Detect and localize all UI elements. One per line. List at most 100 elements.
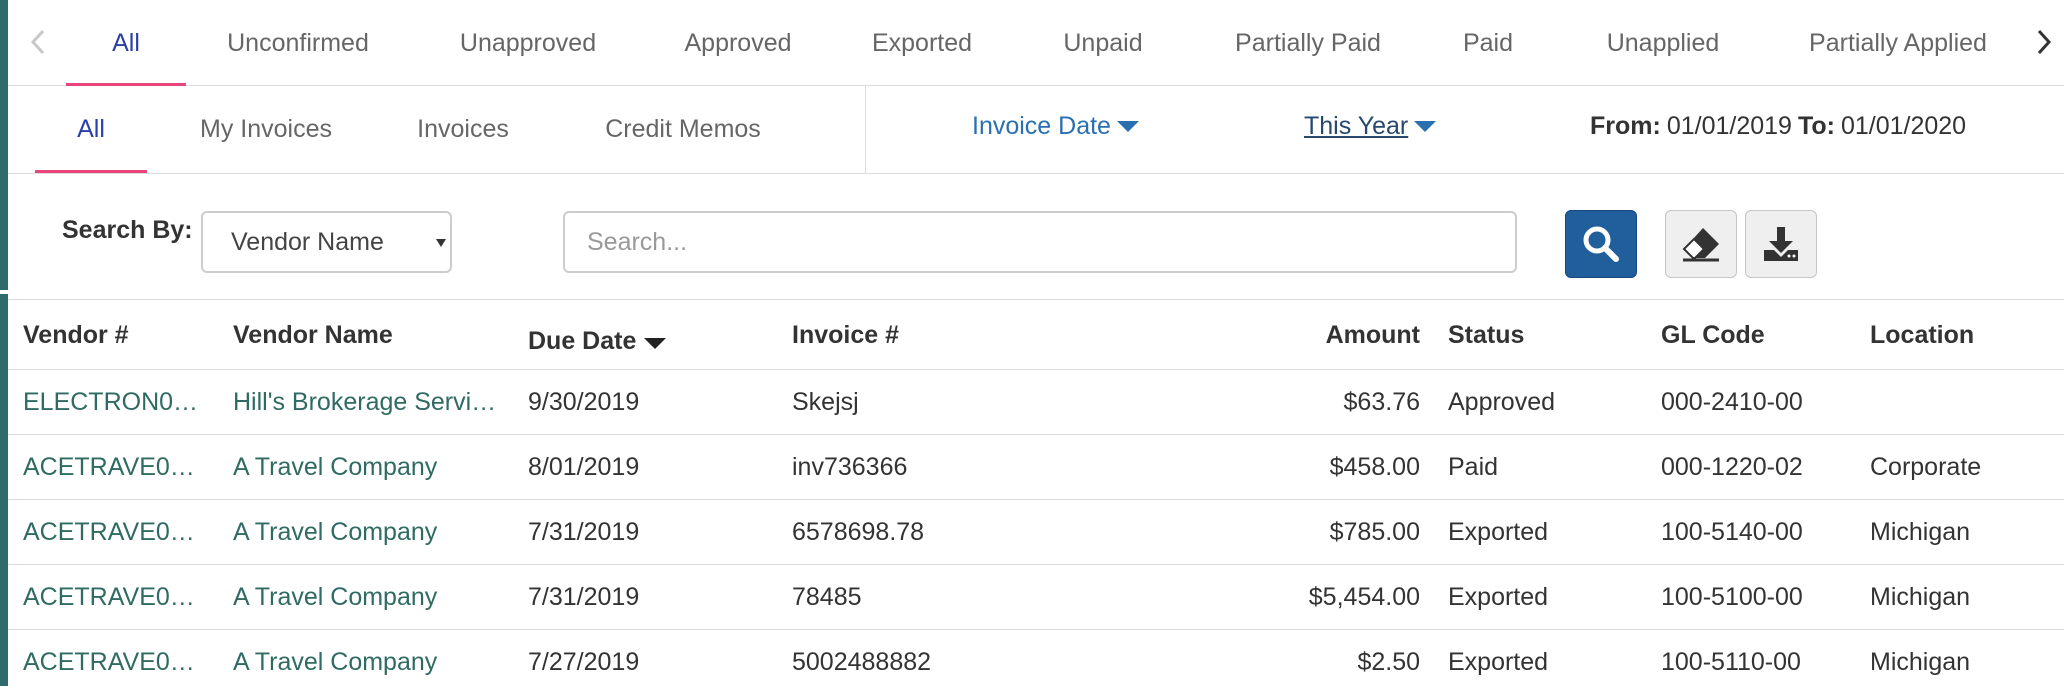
cell-amount: $5,454.00 [1308, 583, 1420, 611]
cell-location: Michigan [1870, 518, 1971, 546]
cell-vendor-name[interactable]: A Travel Company [233, 500, 508, 565]
date-field-label: Invoice Date [972, 111, 1111, 140]
cell-due-date: 8/01/2019 [528, 453, 640, 481]
cell-amount: $785.00 [1329, 518, 1420, 546]
table-row[interactable]: ACETRAVE0… A Travel Company 7/27/2019 50… [8, 630, 2064, 686]
status-tab-partially-applied[interactable]: Partially Applied [1783, 0, 2013, 86]
cell-vendor-name[interactable]: Hill's Brokerage Servi… [233, 370, 508, 435]
cell-gl-code: 100-5140-00 [1661, 518, 1803, 546]
status-tab-partially-paid[interactable]: Partially Paid [1213, 0, 1403, 86]
cell-gl-code: 100-5110-00 [1661, 648, 1801, 676]
col-status[interactable]: Status [1448, 300, 1524, 370]
col-invoice-no[interactable]: Invoice # [792, 300, 899, 370]
sort-desc-icon [644, 337, 667, 349]
cell-vendor-no[interactable]: ACETRAVE0… [23, 630, 213, 686]
subtab-credit-memos[interactable]: Credit Memos [583, 86, 783, 172]
cell-invoice-no: inv736366 [792, 453, 908, 481]
cell-gl-code: 000-2410-00 [1661, 388, 1803, 416]
caret-down-icon [1116, 120, 1139, 132]
col-location[interactable]: Location [1870, 300, 1974, 370]
cell-status: Approved [1448, 388, 1556, 416]
cell-gl-code: 000-1220-02 [1661, 453, 1803, 481]
status-tab-unpaid[interactable]: Unpaid [1048, 0, 1158, 86]
cell-amount: $63.76 [1343, 388, 1420, 416]
from-value: 01/01/2019 [1666, 111, 1792, 140]
cell-amount: $2.50 [1357, 648, 1420, 676]
scroll-tabs-left-button[interactable] [18, 22, 58, 62]
cell-due-date: 9/30/2019 [528, 388, 640, 416]
cell-invoice-no: 6578698.78 [792, 518, 925, 546]
date-range: From: 01/01/2019 To: 01/01/2020 [1590, 106, 1966, 146]
cell-status: Exported [1448, 518, 1549, 546]
chevron-left-icon [30, 29, 45, 55]
col-due-date[interactable]: Due Date [528, 306, 667, 376]
left-accent-bar [0, 0, 8, 686]
filter-bar: All My Invoices Invoices Credit Memos In… [8, 86, 2064, 174]
to-label: To: [1797, 111, 1835, 140]
from-label: From: [1590, 111, 1661, 140]
cell-invoice-no: 5002488882 [792, 648, 932, 676]
period-dropdown[interactable]: This Year [1304, 106, 1437, 146]
chevron-right-icon [2037, 29, 2052, 55]
clear-search-button[interactable] [1665, 210, 1737, 278]
invoice-list-panel: All Unconfirmed Unapproved Approved Expo… [8, 0, 2064, 686]
magnifier-icon [1583, 226, 1619, 262]
search-input[interactable] [563, 211, 1517, 273]
search-button[interactable] [1565, 210, 1637, 278]
status-tab-approved[interactable]: Approved [668, 0, 808, 86]
status-tab-exported[interactable]: Exported [854, 0, 990, 86]
period-label: This Year [1304, 111, 1409, 140]
date-field-dropdown[interactable]: Invoice Date [972, 106, 1139, 146]
table-row[interactable]: ACETRAVE0… A Travel Company 8/01/2019 in… [8, 435, 2064, 500]
cell-vendor-no[interactable]: ACETRAVE0… [23, 435, 213, 500]
table-row[interactable]: ACETRAVE0… A Travel Company 7/31/2019 65… [8, 500, 2064, 565]
caret-down-icon [1414, 120, 1437, 132]
cell-vendor-no[interactable]: ACETRAVE0… [23, 500, 213, 565]
subtab-invoices[interactable]: Invoices [398, 86, 528, 172]
search-by-label: Search By: [62, 216, 193, 244]
download-icon [1764, 227, 1798, 261]
filter-divider [865, 86, 866, 174]
status-tab-bar: All Unconfirmed Unapproved Approved Expo… [8, 0, 2064, 86]
search-field-value: Vendor Name [231, 227, 384, 256]
subtab-all[interactable]: All [35, 86, 147, 173]
status-tab-all[interactable]: All [66, 0, 186, 86]
cell-status: Paid [1448, 453, 1499, 481]
col-due-date-label: Due Date [528, 326, 637, 355]
table-row[interactable]: ACETRAVE0… A Travel Company 7/31/2019 78… [8, 565, 2064, 630]
status-tab-unconfirmed[interactable]: Unconfirmed [208, 0, 388, 86]
status-tab-unapplied[interactable]: Unapplied [1583, 0, 1743, 86]
table-row[interactable]: ELECTRON0… Hill's Brokerage Servi… 9/30/… [8, 370, 2064, 435]
cell-vendor-name[interactable]: A Travel Company [233, 630, 508, 686]
select-caret-icon [436, 239, 446, 247]
to-value: 01/01/2020 [1840, 111, 1967, 140]
cell-status: Exported [1448, 583, 1549, 611]
cell-vendor-name[interactable]: A Travel Company [233, 565, 508, 630]
cell-amount: $458.00 [1329, 453, 1420, 481]
col-amount[interactable]: Amount [1208, 300, 1420, 370]
cell-vendor-no[interactable]: ELECTRON0… [23, 370, 213, 435]
export-button[interactable] [1745, 210, 1817, 278]
cell-gl-code: 100-5100-00 [1661, 583, 1803, 611]
cell-location: Michigan [1870, 583, 1971, 611]
search-bar: Search By: Vendor Name [8, 174, 2064, 300]
cell-invoice-no: Skejsj [792, 388, 859, 416]
status-tab-paid[interactable]: Paid [1448, 0, 1528, 86]
eraser-icon [1682, 228, 1719, 262]
cell-invoice-no: 78485 [792, 583, 862, 611]
col-vendor-name[interactable]: Vendor Name [233, 300, 393, 370]
subtab-my-invoices[interactable]: My Invoices [186, 86, 346, 172]
invoice-table: Vendor # Vendor Name Due Date Invoice # … [8, 300, 2064, 686]
col-vendor-no[interactable]: Vendor # [23, 300, 129, 370]
cell-vendor-no[interactable]: ACETRAVE0… [23, 565, 213, 630]
scroll-tabs-right-button[interactable] [2024, 22, 2064, 62]
search-field-select[interactable]: Vendor Name [201, 211, 452, 273]
cell-due-date: 7/31/2019 [528, 583, 640, 611]
cell-due-date: 7/31/2019 [528, 518, 640, 546]
col-gl-code[interactable]: GL Code [1661, 300, 1765, 370]
table-header: Vendor # Vendor Name Due Date Invoice # … [8, 300, 2064, 370]
cell-status: Exported [1448, 648, 1549, 676]
cell-location: Michigan [1870, 648, 1971, 676]
cell-vendor-name[interactable]: A Travel Company [233, 435, 508, 500]
status-tab-unapproved[interactable]: Unapproved [438, 0, 618, 86]
